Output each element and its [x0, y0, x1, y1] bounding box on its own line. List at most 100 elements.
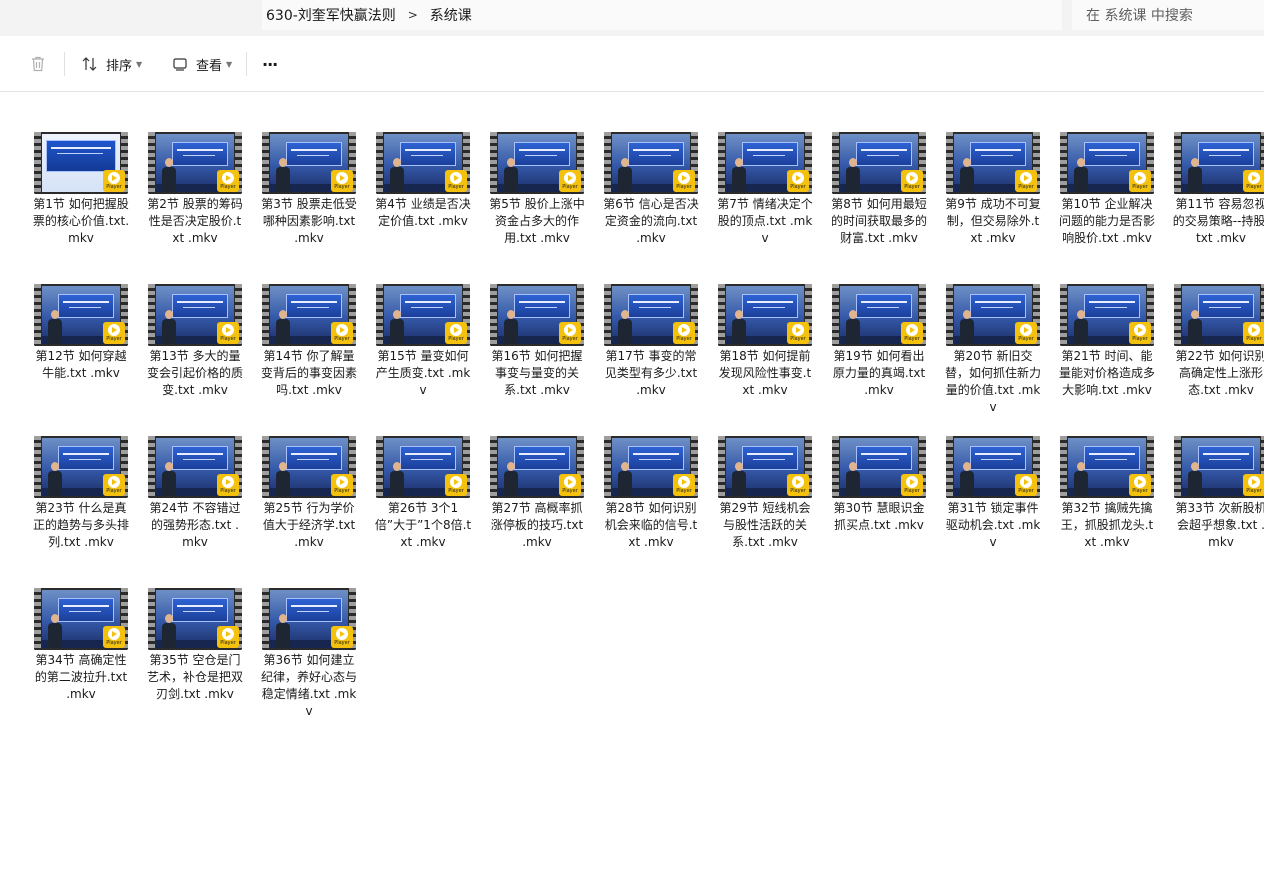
file-name: 第22节 如何识别高确定性上涨形态.txt .mkv [1175, 349, 1264, 397]
delete-button[interactable] [28, 50, 48, 78]
file-item[interactable]: Player 第10节 企业解决问题的能力是否影响股价.txt .mkv [1050, 132, 1164, 284]
player-badge-label: Player [1246, 336, 1262, 342]
play-icon [678, 172, 690, 184]
file-name: 第8节 如何用最短的时间获取最多的财富.txt .mkv [830, 197, 927, 245]
presenter-figure [162, 158, 176, 192]
player-badge-label: Player [334, 184, 350, 190]
video-thumbnail: Player [490, 436, 584, 498]
search-input[interactable]: 在 系统课 中搜索 [1072, 0, 1264, 30]
file-item[interactable]: Player 第12节 如何穿越牛能.txt .mkv [24, 284, 138, 436]
play-icon [1020, 476, 1032, 488]
file-item[interactable]: Player 第13节 多大的量变会引起价格的质变.txt .mkv [138, 284, 252, 436]
file-item[interactable]: Player 第23节 什么是真正的趋势与多头排列.txt .mkv [24, 436, 138, 588]
file-item[interactable]: Player 第20节 新旧交替，如何抓住新力量的价值.txt .mkv [936, 284, 1050, 436]
file-name: 第12节 如何穿越牛能.txt .mkv [35, 349, 127, 380]
file-item[interactable]: Player 第11节 容易忽视的交易策略--持股.txt .mkv [1164, 132, 1264, 284]
presenter-figure [504, 158, 518, 192]
view-button[interactable]: 查看 ▼ [170, 50, 232, 78]
sort-button[interactable]: 排序 ▼ [80, 50, 142, 78]
file-item[interactable]: Player 第15节 量变如何产生质变.txt .mkv [366, 284, 480, 436]
player-badge-label: Player [676, 336, 692, 342]
file-item[interactable]: Player 第27节 高概率抓涨停板的技巧.txt .mkv [480, 436, 594, 588]
file-name: 第2节 股票的筹码性是否决定股价.txt .mkv [147, 197, 243, 245]
player-badge-label: Player [1246, 184, 1262, 190]
file-item[interactable]: Player 第24节 不容错过的强势形态.txt .mkv [138, 436, 252, 588]
file-item[interactable]: Player 第26节 3个1倍”大于”1个8倍.txt .mkv [366, 436, 480, 588]
file-name: 第36节 如何建立纪律，养好心态与稳定情绪.txt .mkv [260, 653, 357, 718]
breadcrumb-item-current[interactable]: 系统课 [426, 5, 476, 25]
file-item[interactable]: Player 第25节 行为学价值大于经济学.txt .mkv [252, 436, 366, 588]
player-badge-icon: Player [217, 322, 239, 344]
play-icon [108, 172, 120, 184]
file-item[interactable]: Player 第14节 你了解量变背后的事变因素吗.txt .mkv [252, 284, 366, 436]
video-thumbnail: Player [832, 284, 926, 346]
presenter-figure [276, 158, 290, 192]
breadcrumb-item-root[interactable]: 630-刘奎军快赢法则 [262, 5, 400, 25]
file-item[interactable]: Player 第22节 如何识别高确定性上涨形态.txt .mkv [1164, 284, 1264, 436]
player-badge-label: Player [106, 336, 122, 342]
file-item[interactable]: Player 第2节 股票的筹码性是否决定股价.txt .mkv [138, 132, 252, 284]
film-strip-icon [262, 588, 269, 650]
file-name: 第25节 行为学价值大于经济学.txt .mkv [262, 501, 356, 549]
file-item[interactable]: Player 第6节 信心是否决定资金的流向.txt .mkv [594, 132, 708, 284]
player-badge-icon: Player [1129, 322, 1151, 344]
file-item[interactable]: Player 第8节 如何用最短的时间获取最多的财富.txt .mkv [822, 132, 936, 284]
film-strip-icon [490, 132, 497, 194]
play-icon [906, 172, 918, 184]
player-badge-label: Player [448, 488, 464, 494]
more-options-button[interactable]: ··· [262, 50, 278, 78]
player-badge-icon: Player [445, 322, 467, 344]
player-badge-icon: Player [445, 170, 467, 192]
video-thumbnail: Player [262, 436, 356, 498]
file-item[interactable]: Player 第3节 股票走低受哪种因素影响.txt .mkv [252, 132, 366, 284]
file-item[interactable]: Player 第34节 高确定性的第二波拉升.txt .mkv [24, 588, 138, 740]
film-strip-icon [1174, 132, 1181, 194]
file-item[interactable]: Player 第1节 如何把握股票的核心价值.txt.mkv [24, 132, 138, 284]
file-item[interactable]: Player 第31节 锁定事件驱动机会.txt .mkv [936, 436, 1050, 588]
player-badge-icon: Player [331, 474, 353, 496]
video-thumbnail: Player [1174, 132, 1264, 194]
file-item[interactable]: Player 第4节 业绩是否决定价值.txt .mkv [366, 132, 480, 284]
file-item[interactable]: Player 第9节 成功不可复制，但交易除外.txt .mkv [936, 132, 1050, 284]
film-strip-icon [490, 436, 497, 498]
player-badge-icon: Player [103, 170, 125, 192]
video-thumbnail: Player [718, 436, 812, 498]
player-badge-icon: Player [1243, 170, 1264, 192]
file-item[interactable]: Player 第36节 如何建立纪律，养好心态与稳定情绪.txt .mkv [252, 588, 366, 740]
player-badge-icon: Player [217, 626, 239, 648]
file-item[interactable]: Player 第21节 时间、能量能对价格造成多大影响.txt .mkv [1050, 284, 1164, 436]
file-item[interactable]: Player 第19节 如何看出原力量的真竭.txt .mkv [822, 284, 936, 436]
file-item[interactable]: Player 第30节 慧眼识金抓买点.txt .mkv [822, 436, 936, 588]
player-badge-icon: Player [1015, 474, 1037, 496]
play-icon [678, 324, 690, 336]
presenter-figure [846, 462, 860, 496]
player-badge-icon: Player [787, 170, 809, 192]
play-icon [1020, 172, 1032, 184]
file-item[interactable]: Player 第28节 如何识别机会来临的信号.txt .mkv [594, 436, 708, 588]
presenter-figure [618, 158, 632, 192]
file-item[interactable]: Player 第33节 次新股机会超乎想象.txt .mkv [1164, 436, 1264, 588]
file-item[interactable]: Player 第32节 擒贼先擒王，抓股抓龙头.txt .mkv [1050, 436, 1164, 588]
breadcrumb[interactable]: 630-刘奎军快赢法则 > 系统课 [262, 0, 1062, 30]
file-item[interactable]: Player 第29节 短线机会与股性活跃的关系.txt .mkv [708, 436, 822, 588]
play-icon [222, 172, 234, 184]
file-item[interactable]: Player 第17节 事变的常见类型有多少.txt .mkv [594, 284, 708, 436]
play-icon [906, 324, 918, 336]
player-badge-label: Player [904, 488, 920, 494]
player-badge-label: Player [790, 488, 806, 494]
video-thumbnail: Player [718, 132, 812, 194]
player-badge-icon: Player [901, 474, 923, 496]
file-item[interactable]: Player 第18节 如何提前发现风险性事变.txt .mkv [708, 284, 822, 436]
file-item[interactable]: Player 第7节 情绪决定个股的顶点.txt .mkv [708, 132, 822, 284]
file-item[interactable]: Player 第5节 股价上涨中资金占多大的作用.txt .mkv [480, 132, 594, 284]
file-item[interactable]: Player 第35节 空仓是门艺术，补仓是把双刃剑.txt .mkv [138, 588, 252, 740]
file-name: 第33节 次新股机会超乎想象.txt .mkv [1175, 501, 1264, 549]
file-name: 第21节 时间、能量能对价格造成多大影响.txt .mkv [1058, 349, 1155, 397]
player-badge-label: Player [106, 488, 122, 494]
file-item[interactable]: Player 第16节 如何把握事变与量变的关系.txt .mkv [480, 284, 594, 436]
video-thumbnail: Player [1174, 284, 1264, 346]
player-badge-icon: Player [673, 322, 695, 344]
file-name: 第10节 企业解决问题的能力是否影响股价.txt .mkv [1058, 197, 1155, 245]
player-badge-icon: Player [331, 322, 353, 344]
player-badge-label: Player [448, 336, 464, 342]
